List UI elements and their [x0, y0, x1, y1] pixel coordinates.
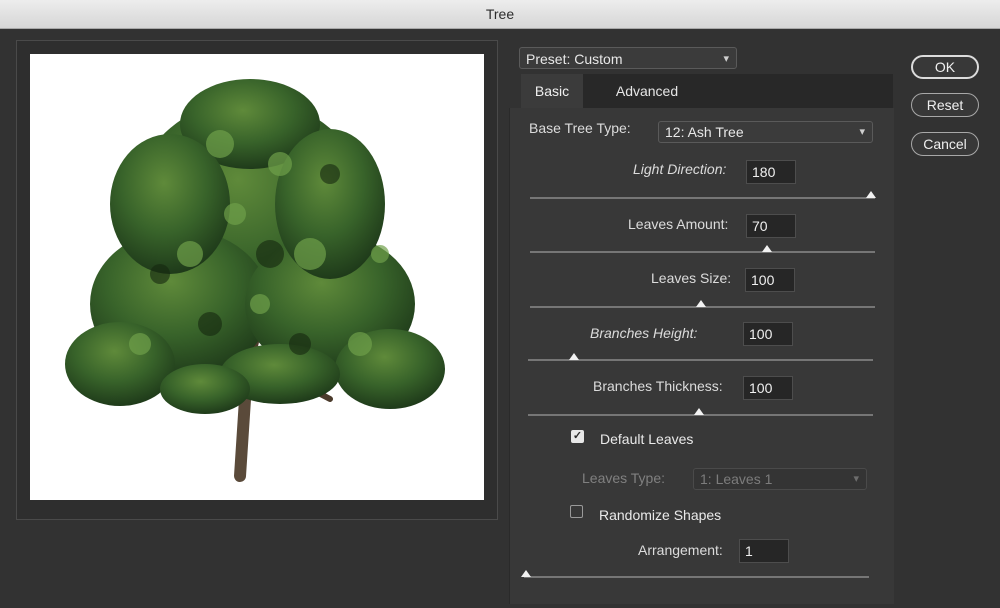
chevron-down-icon: ▾ [723, 53, 729, 65]
chevron-down-icon: ▾ [859, 126, 865, 138]
light-direction-slider[interactable] [530, 197, 875, 199]
light-direction-slider-thumb[interactable] [866, 191, 876, 198]
reset-button[interactable]: Reset [911, 93, 979, 117]
branches-thickness-field[interactable]: 100 [743, 376, 793, 400]
window-title: Tree [0, 0, 1000, 29]
default-leaves-checkbox[interactable]: ✓ [571, 430, 584, 443]
leaves-amount-label: Leaves Amount: [628, 216, 729, 232]
branches-thickness-label: Branches Thickness: [593, 378, 723, 394]
arrangement-label: Arrangement: [638, 542, 723, 558]
ok-button[interactable]: OK [911, 55, 979, 79]
branches-height-field[interactable]: 100 [743, 322, 793, 346]
tree-image [65, 79, 445, 482]
leaves-type-dropdown[interactable]: 1: Leaves 1 ▾ [693, 468, 867, 490]
arrangement-slider[interactable] [524, 576, 869, 578]
preset-dropdown[interactable]: Preset: Custom ▾ [519, 47, 737, 69]
leaves-size-field[interactable]: 100 [745, 268, 795, 292]
basic-settings-panel: Base Tree Type: 12: Ash Tree ▾ Light Dir… [509, 108, 894, 604]
randomize-shapes-checkbox[interactable] [570, 505, 583, 518]
leaves-type-label: Leaves Type: [582, 470, 666, 486]
branches-height-label: Branches Height: [590, 325, 698, 341]
leaves-type-value: 1: Leaves 1 [700, 471, 773, 487]
default-leaves-label: Default Leaves [600, 431, 694, 447]
leaves-size-slider-thumb[interactable] [696, 300, 706, 307]
light-direction-label: Light Direction: [633, 161, 727, 177]
tab-bar: Basic Advanced [521, 74, 893, 108]
light-direction-field[interactable]: 180 [746, 160, 796, 184]
preset-label: Preset: Custom [526, 51, 623, 67]
base-tree-type-label: Base Tree Type: [529, 120, 631, 136]
cancel-button[interactable]: Cancel [911, 132, 979, 156]
branches-thickness-slider-thumb[interactable] [694, 408, 704, 415]
branches-height-slider-thumb[interactable] [569, 353, 579, 360]
leaves-size-label: Leaves Size: [651, 270, 732, 286]
checkmark-icon: ✓ [572, 430, 583, 442]
chevron-down-icon: ▾ [853, 473, 859, 485]
leaves-amount-slider[interactable] [530, 251, 875, 253]
base-tree-type-value: 12: Ash Tree [665, 124, 744, 140]
tab-basic[interactable]: Basic [521, 74, 583, 108]
tree-preview [30, 54, 484, 500]
tab-advanced[interactable]: Advanced [587, 74, 707, 108]
leaves-amount-field[interactable]: 70 [746, 214, 796, 238]
arrangement-field[interactable]: 1 [739, 539, 789, 563]
base-tree-type-dropdown[interactable]: 12: Ash Tree ▾ [658, 121, 873, 143]
branches-height-slider[interactable] [528, 359, 873, 361]
arrangement-slider-thumb[interactable] [521, 570, 531, 577]
randomize-shapes-label: Randomize Shapes [599, 507, 722, 523]
leaves-amount-slider-thumb[interactable] [762, 245, 772, 252]
